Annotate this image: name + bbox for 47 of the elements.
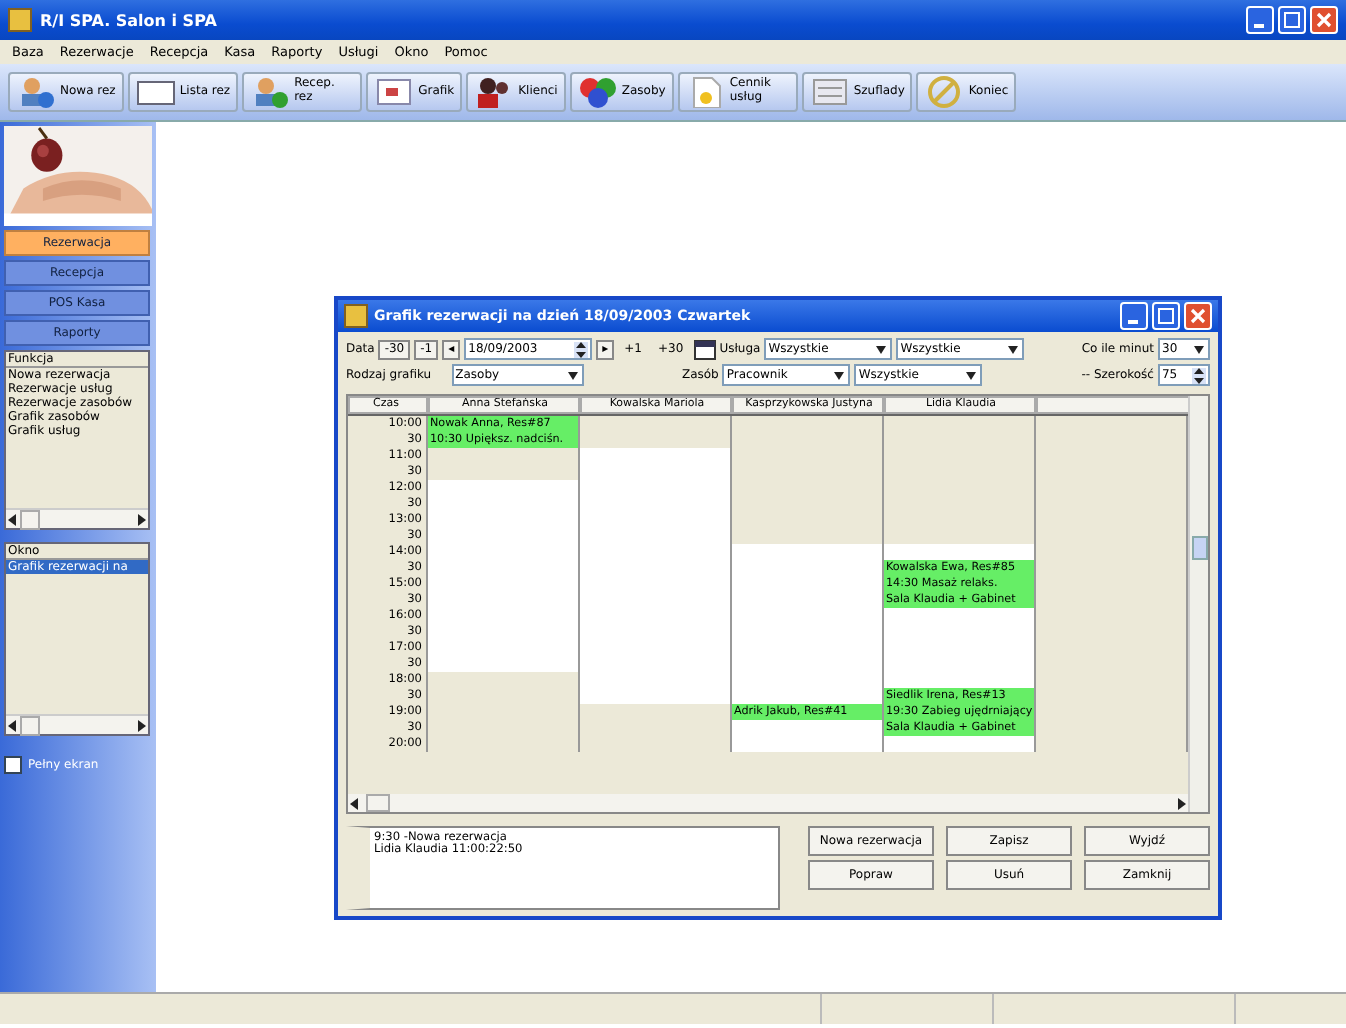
window-icon xyxy=(135,76,176,108)
close-button[interactable] xyxy=(1310,6,1338,34)
slot-cell[interactable] xyxy=(428,656,580,672)
slot-cell[interactable] xyxy=(580,448,732,464)
down-arrow-icon[interactable] xyxy=(567,369,578,381)
checkbox[interactable] xyxy=(4,756,22,774)
app-icon xyxy=(344,304,368,328)
close-icon xyxy=(1190,308,1206,324)
slot-cell[interactable] xyxy=(732,736,884,752)
close-icon xyxy=(1316,12,1332,28)
left-arrow-icon[interactable] xyxy=(8,719,18,731)
left-arrow-icon[interactable] xyxy=(8,513,18,525)
slot-cell[interactable] xyxy=(732,720,884,736)
minimize-button[interactable] xyxy=(1120,302,1148,330)
maximize-icon xyxy=(1284,12,1300,28)
minimize-button[interactable] xyxy=(1246,6,1274,34)
slot-cell[interactable] xyxy=(884,672,1036,688)
app-icon xyxy=(8,8,32,32)
left-arrow-icon[interactable] xyxy=(350,797,360,809)
person-icon xyxy=(250,76,291,108)
maximize-icon xyxy=(1158,308,1174,324)
slot-cell[interactable] xyxy=(428,480,580,496)
horizontal-scrollbar[interactable] xyxy=(348,794,1188,812)
slot-cell[interactable] xyxy=(732,544,884,560)
slot-cell[interactable] xyxy=(884,736,1036,752)
slot-cell[interactable] xyxy=(580,688,732,704)
maximize-button[interactable] xyxy=(1278,6,1306,34)
down-arrow-icon[interactable] xyxy=(1008,343,1019,355)
slot-cell[interactable] xyxy=(884,544,1036,560)
down-arrow-icon[interactable] xyxy=(966,369,977,381)
right-arrow-icon[interactable] xyxy=(136,719,146,731)
down-arrow-icon[interactable] xyxy=(834,369,845,381)
right-arrow-icon[interactable] xyxy=(136,513,146,525)
window-title: R/I SPA. Salon i SPA xyxy=(40,11,217,29)
right-arrow-icon[interactable] xyxy=(1176,797,1186,809)
close-button[interactable] xyxy=(1184,302,1212,330)
maximize-button[interactable] xyxy=(1152,302,1180,330)
vertical-scrollbar[interactable] xyxy=(1188,396,1208,812)
slot-cell[interactable] xyxy=(884,608,1036,624)
horizontal-scrollbar[interactable] xyxy=(6,714,148,734)
spinner-icon[interactable] xyxy=(1191,367,1206,383)
down-arrow-icon[interactable] xyxy=(1194,343,1204,355)
person-icon xyxy=(16,76,56,108)
spinner-icon[interactable] xyxy=(574,341,589,357)
down-arrow-icon[interactable] xyxy=(876,343,887,355)
slot-cell[interactable] xyxy=(732,688,884,704)
horizontal-scrollbar[interactable] xyxy=(6,508,148,528)
